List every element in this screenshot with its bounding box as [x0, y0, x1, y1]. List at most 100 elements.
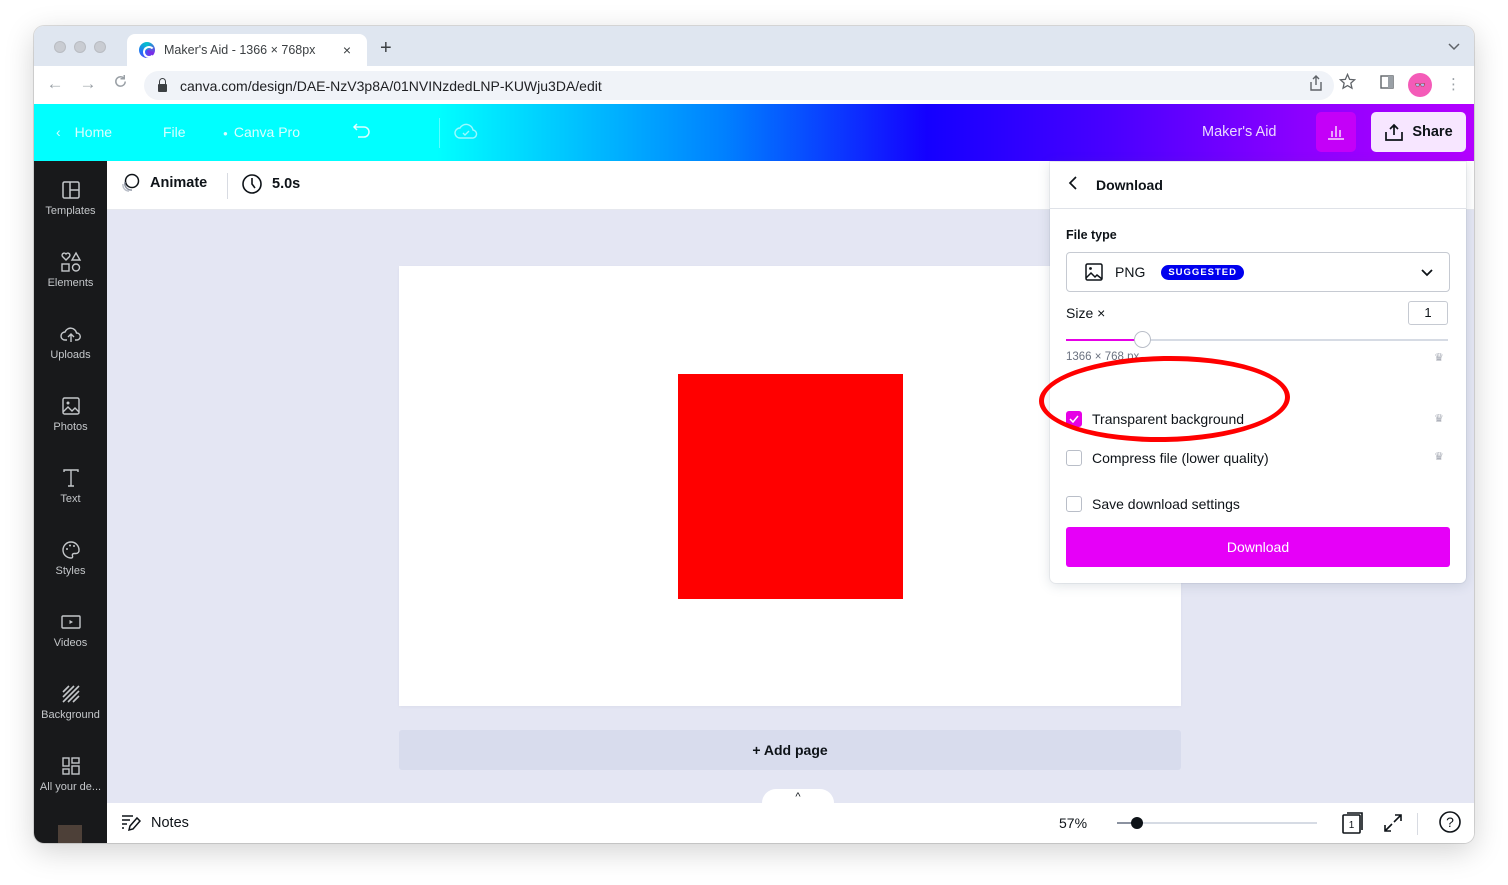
sidebar-item-text[interactable]: Text — [34, 465, 107, 527]
animate-icon — [122, 173, 140, 192]
canva-header: ‹ Home File ● Canva Pro Maker's Aid Share — [34, 104, 1474, 161]
url-text: canva.com/design/DAE-NzV3p8A/01NVINzdedL… — [180, 77, 602, 94]
back-chevron-icon[interactable] — [1068, 175, 1088, 196]
sidebar-item-elements[interactable]: Elements — [34, 249, 107, 311]
browser-toolbar: ← → canva.com/design/DAE-NzV3p8A/01NVINz… — [34, 66, 1474, 104]
red-square-shape[interactable] — [678, 374, 903, 599]
bottom-bar-divider — [1417, 813, 1418, 835]
animate-label: Animate — [150, 175, 208, 191]
notes-button[interactable]: Notes — [121, 814, 189, 832]
undo-icon[interactable] — [352, 122, 372, 143]
compress-file-option[interactable]: Compress file (lower quality) — [1066, 450, 1269, 466]
animate-button[interactable]: Animate — [121, 173, 207, 193]
design-title[interactable]: Maker's Aid — [1202, 124, 1277, 140]
zoom-slider-thumb[interactable] — [1131, 817, 1143, 829]
file-type-label: File type — [1066, 228, 1117, 242]
chevron-left-icon: ‹ — [56, 124, 61, 140]
profile-avatar[interactable]: 👓 — [1408, 73, 1432, 97]
canva-favicon-icon — [139, 42, 155, 58]
canva-pro-label: Canva Pro — [233, 124, 300, 140]
option-label: Save download settings — [1092, 496, 1240, 512]
lock-icon — [158, 77, 167, 92]
insights-button[interactable] — [1316, 112, 1356, 152]
sidebar-item-styles[interactable]: Styles — [34, 537, 107, 599]
notes-label: Notes — [151, 815, 189, 831]
sidebar-item-templates[interactable]: Templates — [34, 177, 107, 239]
window-maximize-button[interactable] — [94, 41, 106, 53]
browser-tab[interactable]: Maker's Aid - 1366 × 768px × — [127, 34, 367, 66]
share-button[interactable]: Share — [1371, 112, 1466, 152]
back-button[interactable]: ← — [44, 74, 66, 94]
canva-pro-button[interactable]: ● Canva Pro — [223, 124, 300, 140]
sidebar-item-uploads[interactable]: Uploads — [34, 321, 107, 383]
size-input[interactable]: 1 — [1408, 301, 1448, 325]
duration-button[interactable]: 5.0s — [241, 173, 300, 195]
pro-crown-icon: ♛ — [1434, 413, 1444, 425]
file-menu[interactable]: File — [163, 124, 186, 140]
video-icon — [60, 609, 81, 635]
svg-text:?: ? — [1446, 814, 1454, 830]
sidebar-item-all-your-designs[interactable]: All your de... — [34, 753, 107, 815]
window-close-button[interactable] — [54, 41, 66, 53]
bookmark-star-icon[interactable] — [1338, 72, 1357, 94]
file-type-value: PNG — [1115, 264, 1146, 280]
sidebar-label: Elements — [47, 277, 94, 289]
window-minimize-button[interactable] — [74, 41, 86, 53]
clock-icon — [242, 174, 262, 194]
sidebar-label: Styles — [55, 565, 86, 577]
page-count-button[interactable]: 1 — [1341, 811, 1365, 840]
zoom-slider[interactable] — [1117, 817, 1317, 829]
download-panel-title: Download — [1096, 177, 1163, 193]
duration-label: 5.0s — [272, 176, 301, 192]
upload-cloud-icon — [59, 321, 82, 347]
grid-icon — [61, 753, 81, 779]
compress-file-checkbox[interactable] — [1066, 450, 1082, 466]
palette-icon — [61, 537, 81, 563]
forward-button[interactable]: → — [77, 74, 99, 94]
chevron-down-icon — [1421, 264, 1433, 282]
background-icon — [61, 681, 81, 707]
transparent-background-option[interactable]: Transparent background — [1066, 411, 1244, 427]
home-button[interactable]: ‹ Home — [56, 124, 112, 140]
suggested-badge: SUGGESTED — [1161, 264, 1244, 280]
download-panel-header: Download — [1050, 162, 1466, 209]
size-slider-fill — [1066, 339, 1143, 341]
browser-window: Maker's Aid - 1366 × 768px × + ← → canva… — [34, 26, 1474, 843]
browser-menu-icon[interactable]: ⋮ — [1446, 75, 1461, 93]
help-button[interactable]: ? — [1438, 810, 1462, 839]
address-bar[interactable]: canva.com/design/DAE-NzV3p8A/01NVINzdedL… — [144, 71, 1334, 100]
zoom-percent[interactable]: 57% — [1059, 815, 1087, 831]
sidebar-label: All your de... — [39, 781, 102, 793]
sidebar-label: Templates — [45, 205, 96, 217]
transparent-background-checkbox[interactable] — [1066, 411, 1082, 427]
reload-button[interactable] — [109, 74, 131, 94]
fullscreen-expand-icon[interactable] — [1383, 813, 1403, 838]
home-label: Home — [74, 124, 113, 140]
add-page-button[interactable]: + Add page — [399, 730, 1181, 770]
pro-crown-icon: ♛ — [1434, 352, 1444, 364]
size-slider-thumb[interactable] — [1134, 331, 1152, 348]
save-download-settings-option[interactable]: Save download settings — [1066, 496, 1240, 512]
file-type-dropdown[interactable]: PNG SUGGESTED — [1066, 252, 1450, 292]
recent-design-thumbnail[interactable] — [58, 825, 82, 843]
new-tab-button[interactable]: + — [380, 38, 392, 58]
share-page-icon[interactable] — [1309, 75, 1323, 95]
photo-icon — [61, 393, 81, 419]
side-panel-icon[interactable] — [1380, 75, 1394, 93]
tab-close-icon[interactable]: × — [337, 42, 357, 58]
toolbar-divider — [227, 173, 228, 199]
text-icon — [61, 465, 81, 491]
cloud-saved-icon[interactable] — [454, 121, 478, 144]
sidebar-item-videos[interactable]: Videos — [34, 609, 107, 671]
save-settings-checkbox[interactable] — [1066, 496, 1082, 512]
templates-icon — [61, 177, 81, 203]
tab-search-chevron-icon[interactable] — [1448, 40, 1460, 54]
size-slider[interactable] — [1066, 331, 1448, 348]
download-button[interactable]: Download — [1066, 527, 1450, 567]
sidebar-label: Background — [41, 709, 100, 721]
sidebar-item-background[interactable]: Background — [34, 681, 107, 743]
share-upload-icon — [1385, 123, 1404, 141]
sidebar-item-photos[interactable]: Photos — [34, 393, 107, 455]
checkmark-icon — [1069, 415, 1079, 423]
sidebar-label: Photos — [53, 421, 88, 433]
